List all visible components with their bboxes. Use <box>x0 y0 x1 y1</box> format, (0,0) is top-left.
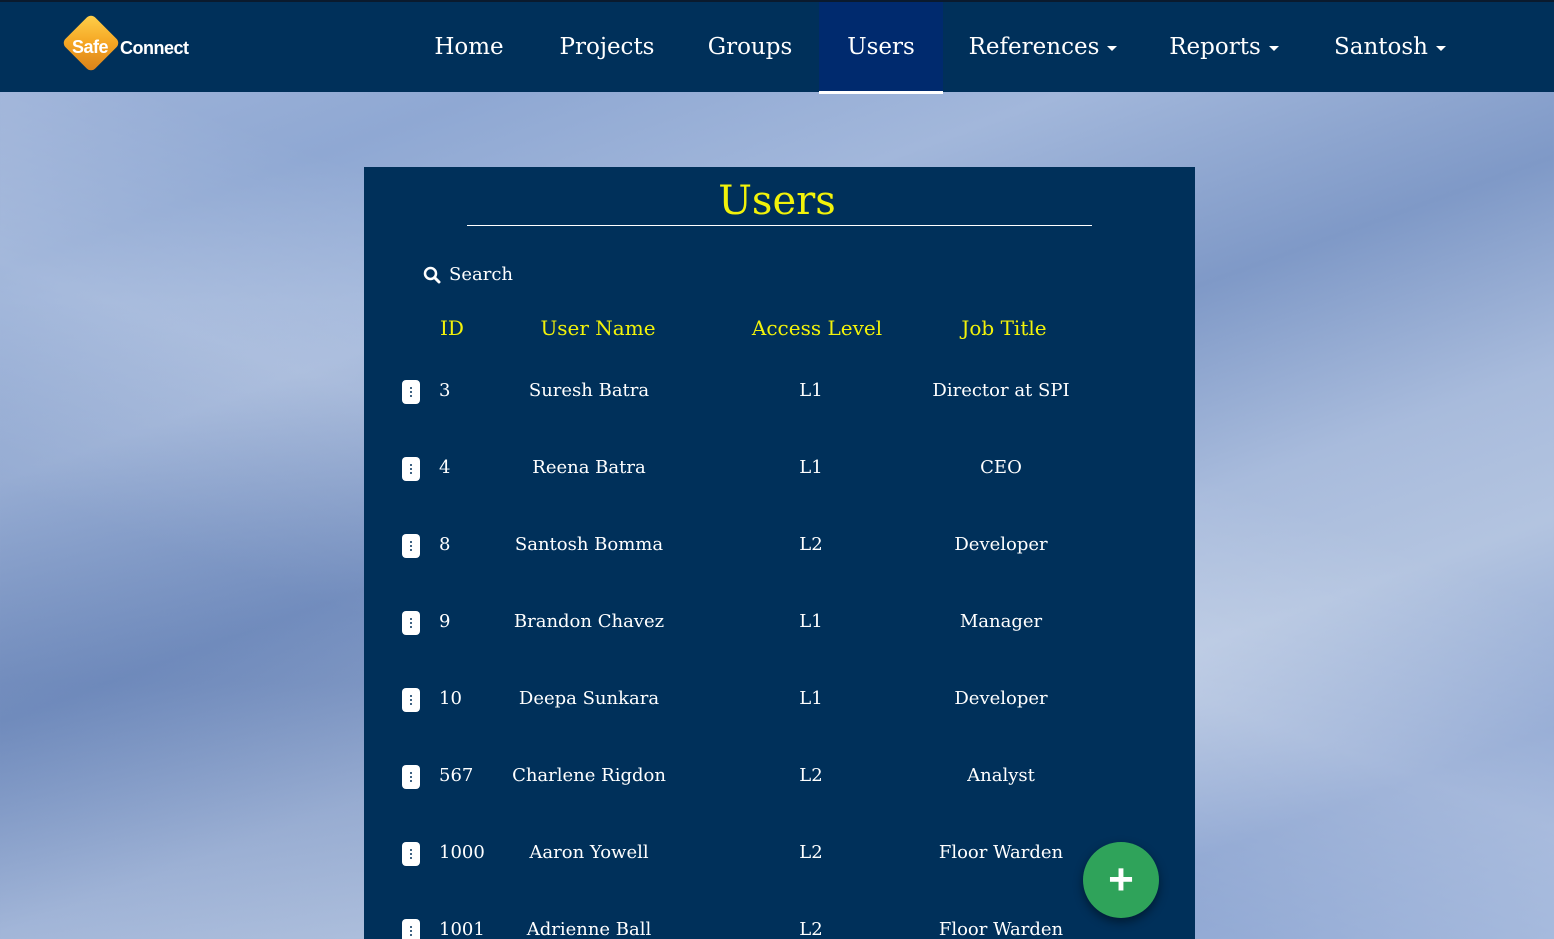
header-user-name[interactable]: User Name <box>508 316 688 340</box>
header-job-title[interactable]: Job Title <box>924 316 1084 340</box>
row-menu-kebab-icon[interactable] <box>402 380 420 404</box>
cell-access-level: L2 <box>799 534 823 555</box>
nav-reports-dropdown[interactable]: Reports <box>1158 2 1290 92</box>
cell-access-level: L1 <box>799 457 823 478</box>
nav-users-label: Users <box>847 33 915 60</box>
table-row[interactable]: 1000 Aaron Yowell L2 Floor Warden <box>364 833 1195 873</box>
cell-job-title: Developer <box>954 534 1048 555</box>
header-access-level[interactable]: Access Level <box>737 316 897 340</box>
table-row[interactable]: 9 Brandon Chavez L1 Manager <box>364 602 1195 642</box>
cell-id: 1000 <box>439 842 485 863</box>
table-row[interactable]: 3 Suresh Batra L1 Director at SPI <box>364 371 1195 411</box>
cell-id: 9 <box>439 611 451 632</box>
row-menu-kebab-icon[interactable] <box>402 534 420 558</box>
page-title: Users <box>718 178 836 224</box>
cell-user-name: Brandon Chavez <box>513 611 665 632</box>
table-row[interactable]: 1001 Adrienne Ball L2 Floor Warden <box>364 910 1195 939</box>
cell-user-name: Adrienne Ball <box>526 919 652 939</box>
nav-reports-label: Reports <box>1169 34 1261 60</box>
cell-job-title: Manager <box>959 611 1043 632</box>
nav-projects[interactable]: Projects <box>545 2 669 92</box>
row-menu-kebab-icon[interactable] <box>402 842 420 866</box>
plus-icon: + <box>1108 855 1134 904</box>
nav-home[interactable]: Home <box>418 2 520 92</box>
add-user-button[interactable]: + <box>1083 842 1159 918</box>
nav-account-label: Santosh <box>1334 34 1428 60</box>
nav-references-dropdown[interactable]: References <box>960 2 1126 92</box>
nav-home-label: Home <box>434 34 504 60</box>
cell-user-name: Aaron Yowell <box>529 842 649 863</box>
nav-projects-label: Projects <box>559 34 655 60</box>
cell-access-level: L1 <box>799 611 823 632</box>
cell-job-title: Director at SPI <box>932 380 1070 401</box>
background-shade <box>0 300 400 939</box>
search-icon <box>423 266 441 283</box>
title-divider <box>467 225 1092 226</box>
cell-user-name: Suresh Batra <box>528 380 650 401</box>
cell-id: 8 <box>439 534 451 555</box>
safeconnect-logo[interactable]: Safe Connect <box>61 13 206 78</box>
nav-references-label: References <box>968 34 1100 60</box>
table-row[interactable]: 567 Charlene Rigdon L2 Analyst <box>364 756 1195 796</box>
cell-access-level: L2 <box>799 919 823 939</box>
row-menu-kebab-icon[interactable] <box>402 611 420 635</box>
search-label: Search <box>449 264 513 285</box>
cell-user-name: Charlene Rigdon <box>512 765 666 786</box>
cell-id: 10 <box>439 688 462 709</box>
row-menu-kebab-icon[interactable] <box>402 919 420 939</box>
caret-down-icon <box>1268 46 1279 51</box>
cell-user-name: Deepa Sunkara <box>518 688 660 709</box>
nav-groups[interactable]: Groups <box>694 2 806 92</box>
cell-job-title: Analyst <box>967 765 1035 786</box>
row-menu-kebab-icon[interactable] <box>402 765 420 789</box>
cell-id: 1001 <box>439 919 485 939</box>
cell-access-level: L1 <box>799 380 823 401</box>
nav-users[interactable]: Users <box>819 2 943 94</box>
cell-access-level: L2 <box>799 842 823 863</box>
cell-job-title: Developer <box>954 688 1048 709</box>
table-row[interactable]: 10 Deepa Sunkara L1 Developer <box>364 679 1195 719</box>
logo-safe-text: Safe <box>72 37 109 57</box>
row-menu-kebab-icon[interactable] <box>402 457 420 481</box>
caret-down-icon <box>1436 46 1446 51</box>
cell-access-level: L2 <box>799 765 823 786</box>
cell-id: 3 <box>439 380 451 401</box>
cell-job-title: Floor Warden <box>938 842 1064 863</box>
cell-job-title: CEO <box>980 457 1022 478</box>
caret-down-icon <box>1107 46 1118 51</box>
table-row[interactable]: 4 Reena Batra L1 CEO <box>364 448 1195 488</box>
cell-user-name: Reena Batra <box>532 457 646 478</box>
nav-groups-label: Groups <box>707 34 793 60</box>
cell-job-title: Floor Warden <box>938 919 1064 939</box>
cell-id: 4 <box>439 457 451 478</box>
row-menu-kebab-icon[interactable] <box>402 688 420 712</box>
cell-id: 567 <box>439 765 474 786</box>
cell-user-name: Santosh Bomma <box>514 534 664 555</box>
top-navbar: Safe Connect Home Projects Groups Users … <box>0 0 1554 94</box>
header-id[interactable]: ID <box>412 316 492 340</box>
nav-account-dropdown[interactable]: Santosh <box>1322 2 1458 92</box>
table-row[interactable]: 8 Santosh Bomma L2 Developer <box>364 525 1195 565</box>
search-button[interactable]: Search <box>423 264 513 285</box>
cell-access-level: L1 <box>799 688 823 709</box>
logo-connect-text: Connect <box>120 38 189 58</box>
